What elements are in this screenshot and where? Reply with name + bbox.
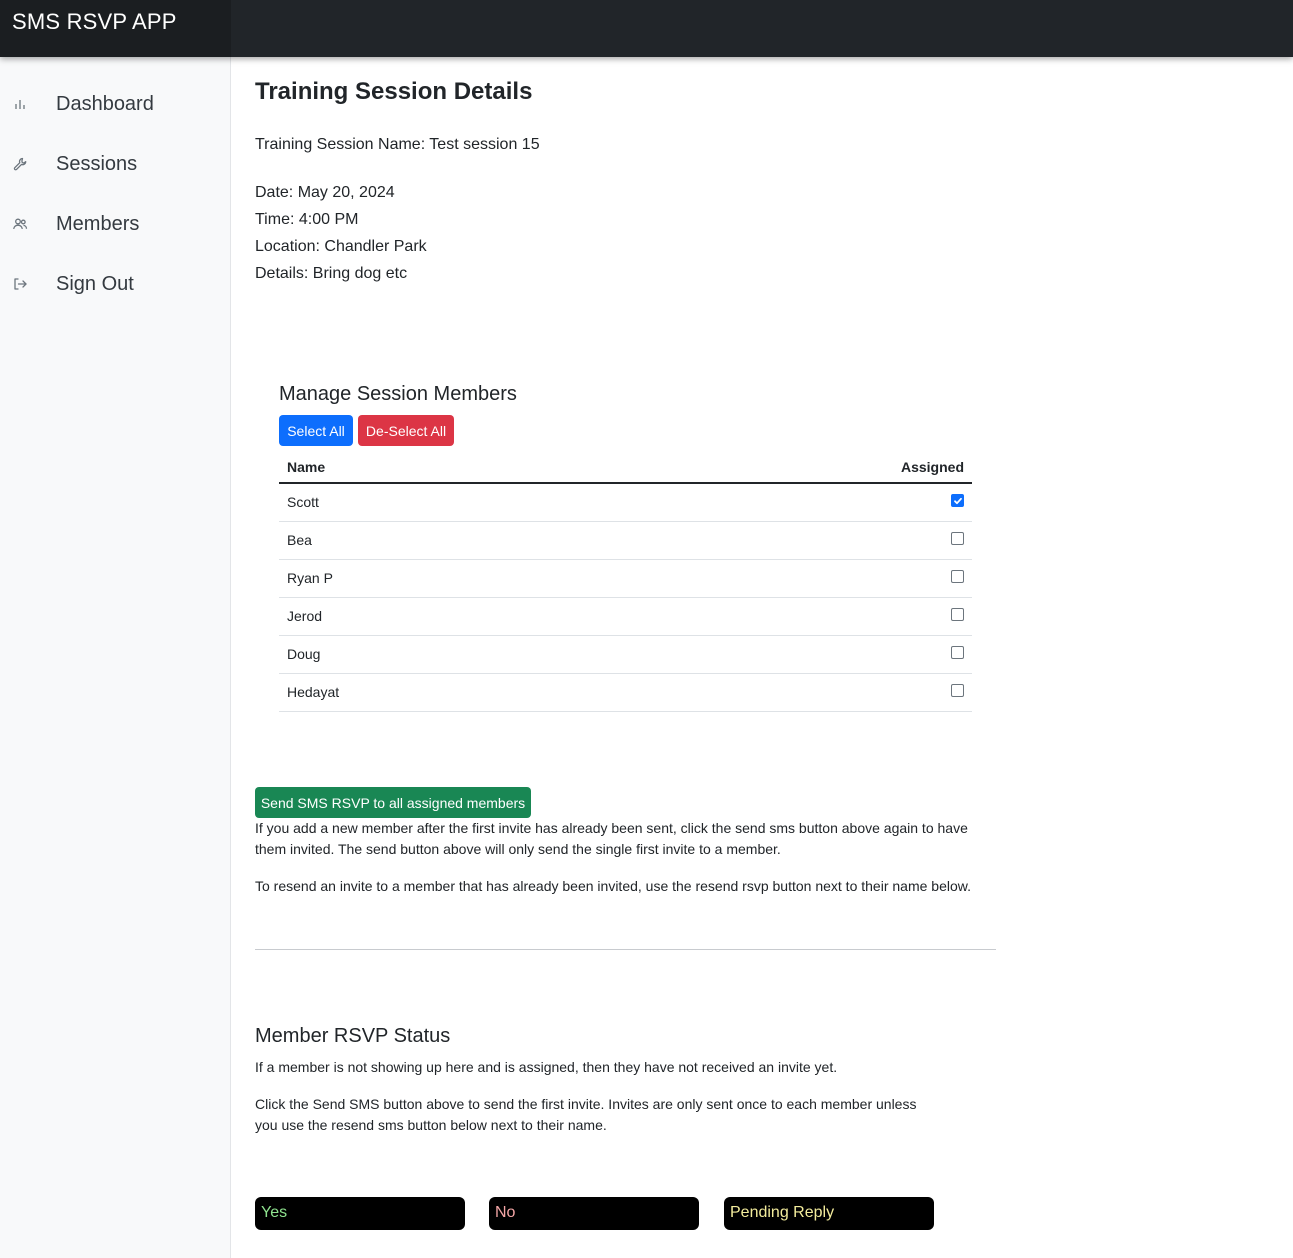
session-time: Time: 4:00 PM xyxy=(255,211,359,228)
send-note: If you add a new member after the first … xyxy=(255,820,968,857)
sidebar-item-label: Members xyxy=(56,212,140,235)
rsvp-status-heading: Member RSVP Status xyxy=(255,1025,451,1047)
assigned-checkbox[interactable] xyxy=(951,494,964,507)
table-row: Scott xyxy=(279,484,972,522)
member-name: Bea xyxy=(287,532,312,548)
wrench-icon xyxy=(12,156,28,172)
assigned-checkbox[interactable] xyxy=(951,608,964,621)
divider xyxy=(255,949,996,950)
rsvp-status-note: If a member is not showing up here and i… xyxy=(255,1059,838,1075)
app-brand[interactable]: SMS RSVP APP xyxy=(0,0,231,57)
column-header-name: Name xyxy=(287,459,326,475)
sidebar-item-label: Sign Out xyxy=(56,272,134,295)
page-title: Training Session Details xyxy=(255,78,533,105)
member-name: Scott xyxy=(287,494,319,510)
table-header: Name Assigned xyxy=(279,452,972,484)
members-table: Name Assigned Scott Bea Ryan P Jerod Dou… xyxy=(279,452,972,712)
select-all-button[interactable]: Select All xyxy=(279,415,353,446)
sidebar: Dashboard Sessions Members Sign Out xyxy=(0,57,231,1258)
people-icon xyxy=(12,216,28,232)
assigned-checkbox[interactable] xyxy=(951,570,964,583)
column-header-assigned: Assigned xyxy=(900,459,964,475)
assigned-checkbox[interactable] xyxy=(951,646,964,659)
member-name: Doug xyxy=(287,646,321,662)
bar-chart-icon xyxy=(12,96,28,112)
session-date: Date: May 20, 2024 xyxy=(255,184,395,201)
sidebar-item-sign-out[interactable]: Sign Out xyxy=(0,264,230,304)
rsvp-pending-column: Pending Reply xyxy=(724,1197,934,1230)
sidebar-item-dashboard[interactable]: Dashboard xyxy=(0,84,230,124)
resend-note: To resend an invite to a member that has… xyxy=(255,878,971,894)
rsvp-status-note: Click the Send SMS button above to send … xyxy=(255,1096,917,1133)
assigned-checkbox[interactable] xyxy=(951,684,964,697)
sidebar-item-members[interactable]: Members xyxy=(0,204,230,244)
table-row: Jerod xyxy=(279,598,972,636)
top-navbar: SMS RSVP APP xyxy=(0,0,1293,57)
sidebar-item-label: Sessions xyxy=(56,152,138,175)
sign-out-icon xyxy=(12,276,28,292)
send-sms-rsvp-button[interactable]: Send SMS RSVP to all assigned members xyxy=(255,787,531,818)
deselect-all-button[interactable]: De-Select All xyxy=(358,415,454,446)
table-row: Ryan P xyxy=(279,560,972,598)
member-name: Ryan P xyxy=(287,570,333,586)
session-location: Location: Chandler Park xyxy=(255,238,427,255)
member-name: Jerod xyxy=(287,608,323,624)
rsvp-yes-column: Yes xyxy=(255,1197,465,1230)
sidebar-item-sessions[interactable]: Sessions xyxy=(0,144,230,184)
sidebar-item-label: Dashboard xyxy=(56,92,154,115)
manage-members-heading: Manage Session Members xyxy=(279,383,517,405)
assigned-checkbox[interactable] xyxy=(951,532,964,545)
table-row: Hedayat xyxy=(279,674,972,712)
session-details: Details: Bring dog etc xyxy=(255,265,408,282)
rsvp-no-column: No xyxy=(489,1197,699,1230)
session-name: Training Session Name: Test session 15 xyxy=(255,136,540,153)
table-row: Bea xyxy=(279,522,972,560)
member-name: Hedayat xyxy=(287,684,340,700)
table-row: Doug xyxy=(279,636,972,674)
